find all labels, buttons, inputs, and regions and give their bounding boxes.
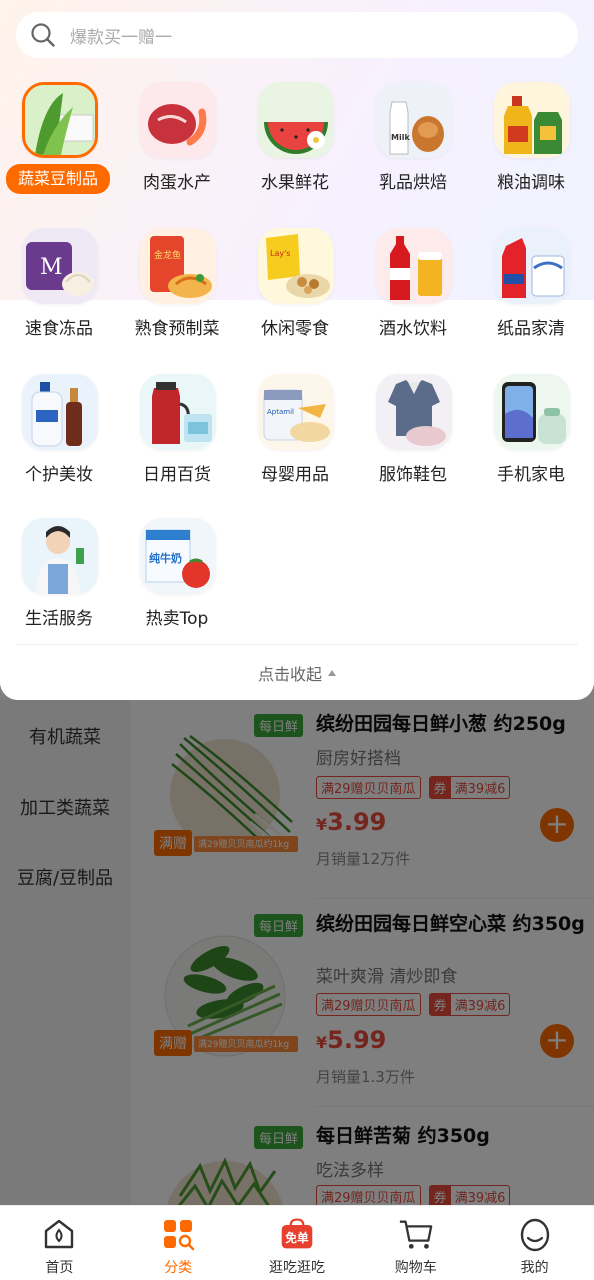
tab-category[interactable]: 分类 [119, 1206, 238, 1280]
tab-label: 分类 [164, 1260, 193, 1276]
category-hot-sale[interactable]: 纯牛奶 热卖Top [118, 518, 236, 648]
grain-oil-icon [494, 82, 570, 158]
cart-icon [398, 1216, 434, 1252]
free-order-icon: 免单 [279, 1216, 315, 1252]
tab-label: 我的 [520, 1260, 549, 1276]
bottom-tab-bar: 首页 分类 免单 逛吃逛吃 购物车 我的 [0, 1205, 594, 1280]
category-baby-products[interactable]: Aptamil 母婴用品 [236, 374, 354, 504]
category-label: 速食冻品 [25, 319, 93, 339]
frozen-food-icon: M [22, 228, 98, 304]
category-label: 生活服务 [25, 609, 93, 629]
category-dairy-bakery[interactable]: Milk 乳品烘焙 [354, 82, 472, 212]
phone-appliance-icon [494, 374, 570, 450]
category-personal-care[interactable]: 个护美妆 [0, 374, 118, 504]
category-label: 个护美妆 [25, 465, 93, 485]
svg-text:金龙鱼: 金龙鱼 [154, 249, 181, 261]
tab-cart[interactable]: 购物车 [356, 1206, 475, 1280]
category-vegetable-tofu[interactable]: 蔬菜豆制品 [0, 82, 118, 212]
apparel-icon [376, 374, 452, 450]
category-label: 肉蛋水产 [143, 173, 211, 193]
profile-icon [517, 1216, 553, 1252]
category-label: 纸品家清 [497, 319, 565, 339]
home-icon [41, 1216, 77, 1252]
category-grain-oil[interactable]: 粮油调味 [472, 82, 590, 212]
svg-text:Lay's: Lay's [270, 249, 290, 258]
category-label: 蔬菜豆制品 [6, 164, 110, 194]
svg-text:Milk: Milk [391, 133, 410, 142]
tab-home[interactable]: 首页 [0, 1206, 119, 1280]
category-meat-seafood[interactable]: 肉蛋水产 [118, 82, 236, 212]
collapse-label: 点击收起 [257, 664, 322, 684]
category-label: 熟食预制菜 [134, 319, 220, 339]
category-apparel[interactable]: 服饰鞋包 [354, 374, 472, 504]
tab-label: 逛吃逛吃 [268, 1260, 325, 1276]
meat-seafood-icon [140, 82, 216, 158]
daily-goods-icon [140, 374, 216, 450]
baby-products-icon: Aptamil [258, 374, 334, 450]
category-label: 服饰鞋包 [379, 465, 447, 485]
svg-text:纯牛奶: 纯牛奶 [149, 551, 182, 565]
category-label: 日用百货 [143, 465, 211, 485]
search-input[interactable]: 爆款买一赠一 [70, 23, 172, 48]
category-prepared-food[interactable]: 金龙鱼 熟食预制菜 [118, 228, 236, 358]
tab-free-order[interactable]: 免单 逛吃逛吃 [238, 1206, 357, 1280]
paper-cleaning-icon [494, 228, 570, 304]
collapse-button[interactable]: 点击收起 [16, 644, 578, 700]
category-frozen-food[interactable]: M 速食冻品 [0, 228, 118, 358]
prepared-food-icon: 金龙鱼 [140, 228, 216, 304]
category-label: 热卖Top [145, 609, 209, 629]
category-beverage[interactable]: 酒水饮料 [354, 228, 472, 358]
free-order-badge: 免单 [285, 1231, 309, 1245]
category-label: 酒水饮料 [379, 319, 447, 339]
snack-icon: Lay's [258, 228, 334, 304]
caret-up-icon [328, 669, 336, 676]
category-snack[interactable]: Lay's 休闲零食 [236, 228, 354, 358]
tab-profile[interactable]: 我的 [475, 1206, 594, 1280]
category-icon [160, 1216, 196, 1252]
search-icon [31, 23, 55, 47]
vegetable-tofu-icon [22, 82, 98, 158]
category-label: 乳品烘焙 [379, 173, 447, 193]
svg-text:Aptamil: Aptamil [267, 408, 294, 416]
category-paper-cleaning[interactable]: 纸品家清 [472, 228, 590, 358]
category-fruit-flower[interactable]: 水果鲜花 [236, 82, 354, 212]
tab-label: 购物车 [394, 1260, 437, 1276]
category-label: 母婴用品 [261, 465, 329, 485]
category-panel: 爆款买一赠一 蔬菜豆制品 肉蛋水产 水果鲜花 Milk 乳品烘焙 粮油调味 M … [0, 0, 594, 700]
personal-care-icon [22, 374, 98, 450]
category-daily-goods[interactable]: 日用百货 [118, 374, 236, 504]
fruit-flower-icon [258, 82, 334, 158]
category-phone-appliance[interactable]: 手机家电 [472, 374, 590, 504]
beverage-icon [376, 228, 452, 304]
category-label: 粮油调味 [497, 173, 565, 193]
svg-text:M: M [40, 255, 63, 280]
search-bar[interactable]: 爆款买一赠一 [16, 12, 578, 58]
category-label: 休闲零食 [261, 319, 329, 339]
dairy-bakery-icon: Milk [376, 82, 452, 158]
category-label: 手机家电 [497, 465, 565, 485]
category-label: 水果鲜花 [261, 173, 329, 193]
life-service-icon [22, 518, 98, 594]
category-life-service[interactable]: 生活服务 [0, 518, 118, 648]
tab-label: 首页 [45, 1260, 74, 1276]
hot-sale-icon: 纯牛奶 [140, 518, 216, 594]
